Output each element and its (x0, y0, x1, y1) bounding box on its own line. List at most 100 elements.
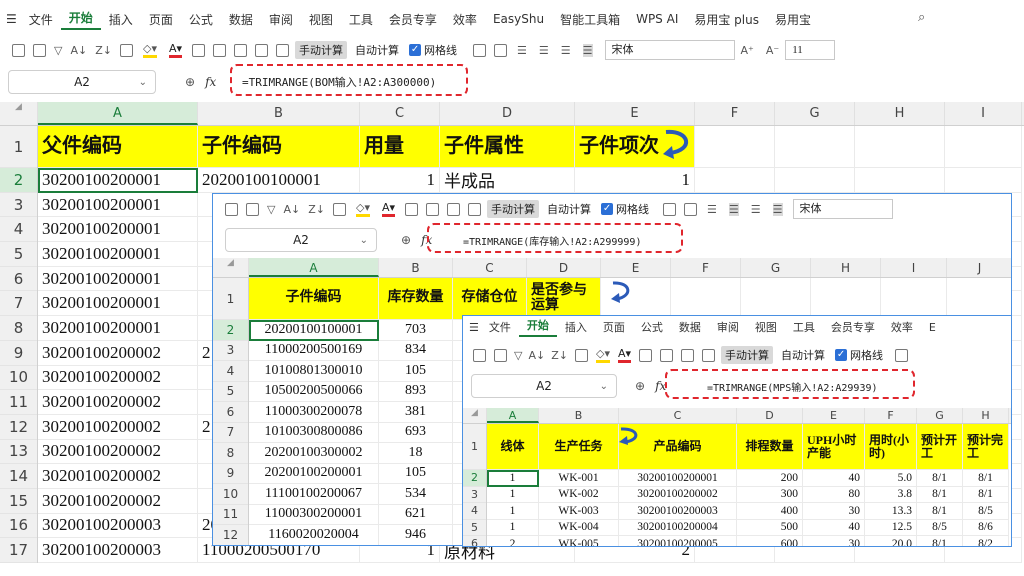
table-cell[interactable]: 30200100200002 (38, 340, 198, 366)
gridlines-checkbox[interactable]: ✓ 网格线 (835, 347, 883, 363)
column-header[interactable]: B (198, 102, 360, 125)
menu-item[interactable]: 页面 (141, 11, 181, 28)
row-header[interactable]: 6 (213, 402, 248, 423)
header-cell[interactable]: 子件属性 (440, 126, 575, 168)
row-header[interactable]: 4 (463, 503, 486, 520)
sort-asc-icon[interactable]: A↓ (283, 203, 300, 216)
name-box[interactable]: A2 ⌄ (225, 228, 377, 252)
font-name-select[interactable]: 宋体 (604, 40, 735, 60)
table-cell[interactable]: 30200100200002 (38, 365, 198, 391)
table-cell[interactable] (855, 168, 945, 193)
table-cell[interactable]: 8/1 (963, 486, 1009, 503)
table-cell[interactable]: 30 (803, 536, 865, 546)
header-cell[interactable] (855, 126, 945, 168)
fill-color-icon[interactable]: ◇▾ (142, 42, 157, 58)
table-cell[interactable]: 105 (379, 463, 453, 484)
table-cell[interactable]: 200 (737, 470, 803, 487)
manual-calc-button[interactable]: 手动计算 (721, 346, 774, 364)
table-cell[interactable]: 30200100200003 (38, 513, 198, 539)
table-cell[interactable]: 8/5 (963, 503, 1009, 520)
table-cell[interactable]: 8/1 (917, 503, 963, 520)
row-header[interactable]: 6 (463, 536, 486, 546)
table-cell[interactable]: 30200100200001 (38, 242, 198, 267)
column-header[interactable]: D (737, 408, 803, 423)
menu-item[interactable]: 数据 (221, 11, 261, 28)
filter-icon[interactable]: ▽ (267, 203, 275, 216)
font-shrink-icon[interactable]: A⁻ (766, 44, 779, 57)
table-cell[interactable]: 11000200500169 (249, 340, 379, 361)
cell-style-icon[interactable] (895, 348, 909, 362)
sort-desc-icon[interactable]: Z↓ (551, 349, 568, 362)
format-painter-icon[interactable] (33, 43, 46, 57)
header-cell[interactable]: 是否参与运算 (527, 278, 601, 320)
table-cell[interactable]: 11000300200001 (249, 504, 379, 525)
table-cell[interactable]: WK-004 (539, 519, 619, 536)
select-all-corner[interactable]: ◢ (463, 408, 487, 423)
header-cell[interactable] (695, 126, 775, 168)
table-cell[interactable]: 30200100200001 (38, 266, 198, 292)
table-cell[interactable]: 703 (379, 320, 453, 341)
table-cell[interactable]: 3.8 (865, 486, 917, 503)
table-cell[interactable]: 10100801300010 (249, 361, 379, 382)
table-cell[interactable]: WK-002 (539, 486, 619, 503)
column-header[interactable]: F (865, 408, 917, 423)
manual-calc-button[interactable]: 手动计算 (295, 41, 348, 59)
table-cell[interactable]: 20200100100001 (198, 168, 360, 193)
table-cell[interactable]: 1 (487, 486, 539, 503)
table-cell[interactable]: 1 (487, 470, 539, 487)
filter-icon[interactable]: ▽ (54, 44, 62, 57)
table-cell[interactable]: 30200100200004 (619, 519, 737, 536)
wrap-icon[interactable] (405, 202, 419, 216)
auto-calc-button[interactable]: 自动计算 (351, 41, 403, 59)
sort-desc-icon[interactable]: Z↓ (308, 203, 325, 216)
column-header[interactable]: C (453, 258, 527, 277)
row-header[interactable]: 10 (0, 366, 37, 391)
table-cell[interactable]: 534 (379, 484, 453, 505)
zoom-icon[interactable]: ⊕ (635, 379, 645, 393)
sort-asc-icon[interactable]: A↓ (528, 349, 545, 362)
menu-item[interactable]: WPS AI (628, 12, 686, 26)
align-right-icon[interactable]: ☰ (751, 203, 761, 216)
justify-icon[interactable]: ☰ (582, 43, 593, 57)
row-header[interactable]: 11 (213, 505, 248, 525)
table-cell[interactable]: 10500200500066 (249, 381, 379, 402)
table-cell[interactable]: 834 (379, 340, 453, 361)
header-cell[interactable]: 存储仓位 (453, 278, 527, 320)
table-cell[interactable]: 30200100200002 (619, 486, 737, 503)
format-painter-icon[interactable] (494, 348, 507, 362)
table-cell[interactable]: 8/1 (917, 486, 963, 503)
table-cell[interactable]: 40 (803, 519, 865, 536)
row-header[interactable]: 2 (463, 470, 486, 487)
table-cell[interactable]: 20200100300002 (249, 443, 379, 464)
table-cell[interactable] (775, 168, 855, 193)
column-header[interactable]: G (741, 258, 811, 277)
menu-item[interactable]: 易用宝 (767, 11, 819, 28)
row-header[interactable]: 2 (213, 320, 248, 341)
align-center-icon[interactable]: ☰ (539, 44, 549, 57)
paste-icon[interactable] (225, 202, 238, 216)
menu-item[interactable]: E (921, 321, 944, 334)
font-color-icon[interactable]: A▾ (381, 201, 396, 217)
table-cell[interactable]: 30200100200001 (38, 192, 198, 218)
column-header[interactable]: A (38, 102, 198, 125)
table-cell[interactable]: 8/5 (917, 519, 963, 536)
insert-icon[interactable] (213, 43, 227, 57)
menu-item[interactable]: 会员专享 (823, 319, 883, 335)
font-grow-icon[interactable]: A⁺ (741, 44, 754, 57)
table-cell[interactable]: 30 (803, 503, 865, 520)
select-all-corner[interactable]: ◢ (213, 258, 249, 277)
header-cell[interactable] (741, 278, 811, 320)
align-left-icon[interactable]: ☰ (707, 203, 717, 216)
table-cell[interactable]: 30200100200003 (38, 538, 198, 563)
row-header[interactable]: 7 (213, 423, 248, 443)
table-cell[interactable]: WK-001 (539, 470, 619, 487)
table-cell[interactable]: 1 (487, 519, 539, 536)
menu-icon[interactable]: ☰ (469, 321, 479, 334)
wrap-icon[interactable] (192, 43, 206, 57)
table-cell[interactable]: 1 (360, 168, 440, 193)
row-header[interactable]: 4 (213, 361, 248, 382)
border-icon[interactable] (332, 202, 346, 216)
format-painter-icon[interactable] (246, 202, 259, 216)
font-size-select[interactable]: 11 (785, 40, 836, 60)
column-header[interactable]: F (671, 258, 741, 277)
